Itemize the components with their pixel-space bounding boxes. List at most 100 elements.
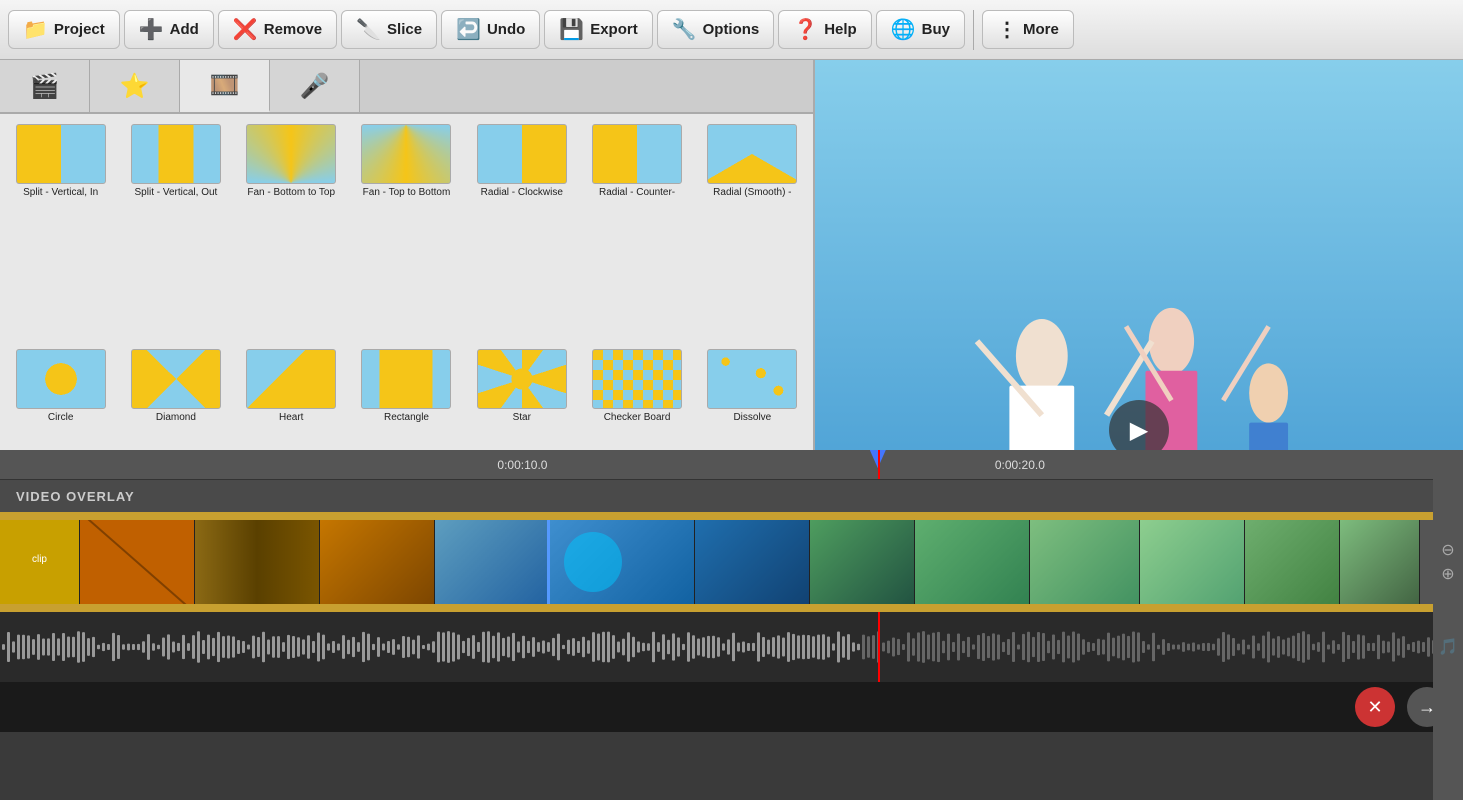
- film-clip-9[interactable]: [915, 512, 1030, 612]
- transition-label-radial-smooth: Radial (Smooth) -: [713, 187, 791, 199]
- film-clip-13[interactable]: [1340, 512, 1420, 612]
- help-button[interactable]: ❓ Help: [778, 10, 871, 49]
- project-button[interactable]: 📁 Project: [8, 10, 120, 49]
- slice-label: Slice: [387, 21, 422, 38]
- tab-video[interactable]: 🎬: [0, 60, 90, 112]
- buy-icon: 🌐: [891, 17, 916, 42]
- waveform-svg: [0, 612, 1463, 682]
- transition-thumb-dissolve: [707, 349, 797, 409]
- film-clip-4[interactable]: [320, 512, 435, 612]
- transition-thumb-fan-top: [361, 124, 451, 184]
- undo-label: Undo: [487, 21, 525, 38]
- tab-transitions[interactable]: 🎞️: [180, 60, 270, 112]
- transition-thumb-fan-bottom: [246, 124, 336, 184]
- film-clip-11[interactable]: [1140, 512, 1245, 612]
- transition-thumb-circle: [16, 349, 106, 409]
- tab-favorites[interactable]: ⭐: [90, 60, 180, 112]
- film-clip-6-selected[interactable]: [550, 512, 695, 612]
- filmstrip-top-bar: [0, 512, 1433, 520]
- transition-fan-top[interactable]: Fan - Top to Bottom: [350, 120, 463, 343]
- buy-label: Buy: [922, 21, 950, 38]
- transition-fan-bottom[interactable]: Fan - Bottom to Top: [235, 120, 348, 343]
- transition-thumb-diamond: [131, 349, 221, 409]
- close-button[interactable]: ✕: [1355, 687, 1395, 727]
- film-clip-1[interactable]: clip: [0, 512, 80, 612]
- transition-label-rectangle: Rectangle: [384, 412, 429, 424]
- toolbar-separator: [973, 10, 974, 50]
- transition-thumb-split-v-in: [16, 124, 106, 184]
- transition-label-fan-top: Fan - Top to Bottom: [363, 187, 451, 199]
- transition-label-circle: Circle: [48, 412, 74, 424]
- tab-audio[interactable]: 🎤: [270, 60, 360, 112]
- transition-label-split-v-in: Split - Vertical, In: [23, 187, 98, 199]
- filmstrip-bottom-bar: [0, 604, 1433, 612]
- transition-thumb-checker: [592, 349, 682, 409]
- audio-icon: 🎵: [1438, 637, 1458, 657]
- options-button[interactable]: 🔧 Options: [657, 10, 775, 49]
- filmstrip-scrollbar: ⊖ ⊕: [1433, 512, 1463, 612]
- help-icon: ❓: [793, 17, 818, 42]
- svg-text:clip: clip: [32, 554, 47, 565]
- transition-label-diamond: Diamond: [156, 412, 196, 424]
- transition-radial-ccw[interactable]: Radial - Counter-: [580, 120, 693, 343]
- transition-thumb-radial-cw: [477, 124, 567, 184]
- clip-2-thumb: [80, 512, 194, 612]
- project-icon: 📁: [23, 17, 48, 42]
- transition-split-v-in[interactable]: Split - Vertical, In: [4, 120, 117, 343]
- film-clip-2[interactable]: [80, 512, 195, 612]
- film-clip-12[interactable]: [1245, 512, 1340, 612]
- video-overlay-text: VIDEO OVERLAY: [16, 489, 135, 504]
- more-icon: ⋮: [997, 17, 1017, 42]
- help-label: Help: [824, 21, 857, 38]
- transition-thumb-heart: [246, 349, 336, 409]
- add-icon: ➕: [139, 17, 164, 42]
- timeline-area: 0:00:10.0 0:00:20.0 VIDEO OVERLAY ⊟ clip: [0, 450, 1463, 800]
- transition-label-fan-bottom: Fan - Bottom to Top: [247, 187, 335, 199]
- slice-button[interactable]: 🔪 Slice: [341, 10, 437, 49]
- film-clip-5[interactable]: [435, 512, 550, 612]
- buy-button[interactable]: 🌐 Buy: [876, 10, 965, 49]
- more-button[interactable]: ⋮ More: [982, 10, 1074, 49]
- transition-thumb-radial-smooth: [707, 124, 797, 184]
- remove-button[interactable]: ❌ Remove: [218, 10, 337, 49]
- transition-radial-smooth[interactable]: Radial (Smooth) -: [696, 120, 809, 343]
- playhead-line: [878, 450, 880, 479]
- add-button[interactable]: ➕ Add: [124, 10, 214, 49]
- film-clip-7[interactable]: [695, 512, 810, 612]
- add-label: Add: [170, 21, 199, 38]
- tabs-bar: 🎬 ⭐ 🎞️ 🎤: [0, 60, 813, 114]
- remove-icon: ❌: [233, 17, 258, 42]
- transition-thumb-star: [477, 349, 567, 409]
- filmstrip-container[interactable]: clip: [0, 512, 1463, 612]
- transition-label-star: Star: [513, 412, 531, 424]
- waveform-container: 🎵: [0, 612, 1463, 682]
- zoom-out-icon[interactable]: ⊖: [1441, 540, 1454, 560]
- undo-icon: ↩️: [456, 17, 481, 42]
- video-overlay-label: VIDEO OVERLAY ⊟: [0, 480, 1463, 512]
- options-label: Options: [703, 21, 760, 38]
- transition-marker: [564, 532, 622, 592]
- film-clip-10[interactable]: [1030, 512, 1140, 612]
- waveform-playhead: [878, 612, 880, 682]
- filmstrip-clips: clip: [0, 512, 1433, 612]
- export-button[interactable]: 💾 Export: [544, 10, 652, 49]
- transition-label-radial-cw: Radial - Clockwise: [481, 187, 563, 199]
- transition-thumb-rectangle: [361, 349, 451, 409]
- transition-radial-cw[interactable]: Radial - Clockwise: [465, 120, 578, 343]
- transition-label-radial-ccw: Radial - Counter-: [599, 187, 675, 199]
- toolbar: 📁 Project ➕ Add ❌ Remove 🔪 Slice ↩️ Undo…: [0, 0, 1463, 60]
- transition-thumb-radial-ccw: [592, 124, 682, 184]
- clip-1-thumb: clip: [0, 512, 79, 612]
- undo-button[interactable]: ↩️ Undo: [441, 10, 540, 49]
- slice-icon: 🔪: [356, 17, 381, 42]
- film-clip-8[interactable]: [810, 512, 915, 612]
- project-label: Project: [54, 21, 105, 38]
- more-label: More: [1023, 21, 1059, 38]
- transition-split-v-out[interactable]: Split - Vertical, Out: [119, 120, 232, 343]
- zoom-in-icon[interactable]: ⊕: [1441, 564, 1454, 584]
- transition-label-checker: Checker Board: [604, 412, 671, 424]
- export-icon: 💾: [559, 17, 584, 42]
- film-clip-3[interactable]: [195, 512, 320, 612]
- timecode-20s: 0:00:20.0: [995, 458, 1045, 472]
- remove-label: Remove: [264, 21, 322, 38]
